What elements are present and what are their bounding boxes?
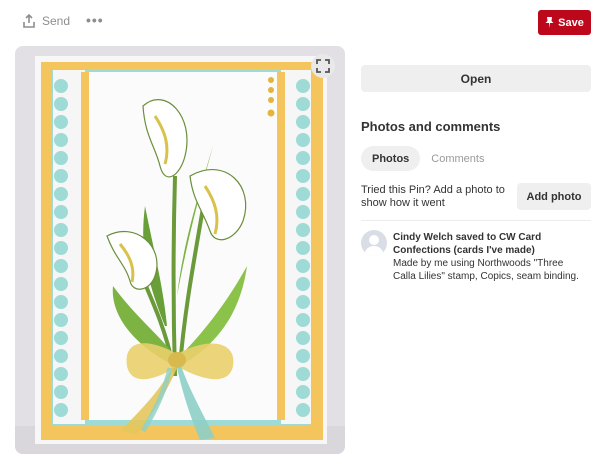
tab-comments[interactable]: Comments — [420, 146, 495, 171]
avatar[interactable] — [361, 230, 387, 256]
send-button[interactable]: Send — [22, 14, 70, 28]
tried-pin-text: Tried this Pin? Add a photo to show how … — [361, 184, 505, 209]
share-icon — [23, 14, 35, 28]
save-button[interactable]: Save — [538, 10, 591, 35]
add-photo-button[interactable]: Add photo — [517, 183, 591, 210]
pin-image[interactable] — [15, 46, 345, 454]
more-options-icon[interactable]: ••• — [86, 12, 104, 28]
tab-photos[interactable]: Photos — [361, 146, 421, 171]
user-icon — [364, 235, 384, 256]
section-title: Photos and comments — [361, 119, 501, 134]
save-label: Save — [558, 16, 584, 29]
saved-by-text[interactable]: Cindy Welch saved to CW Card Confections… — [393, 231, 583, 257]
tab-bar: Photos Comments — [361, 146, 495, 171]
divider — [361, 220, 591, 221]
pin-icon — [545, 17, 554, 28]
tab-photos-label: Photos — [372, 152, 410, 165]
expand-icon[interactable] — [311, 54, 335, 78]
pin-description: Made by me using Northwoods "Three Calla… — [393, 258, 579, 282]
open-button[interactable]: Open — [361, 65, 591, 92]
tab-comments-label: Comments — [431, 152, 485, 165]
add-photo-label: Add photo — [526, 190, 582, 203]
send-label: Send — [42, 14, 71, 28]
open-label: Open — [460, 71, 492, 86]
card-illustration — [15, 46, 345, 454]
